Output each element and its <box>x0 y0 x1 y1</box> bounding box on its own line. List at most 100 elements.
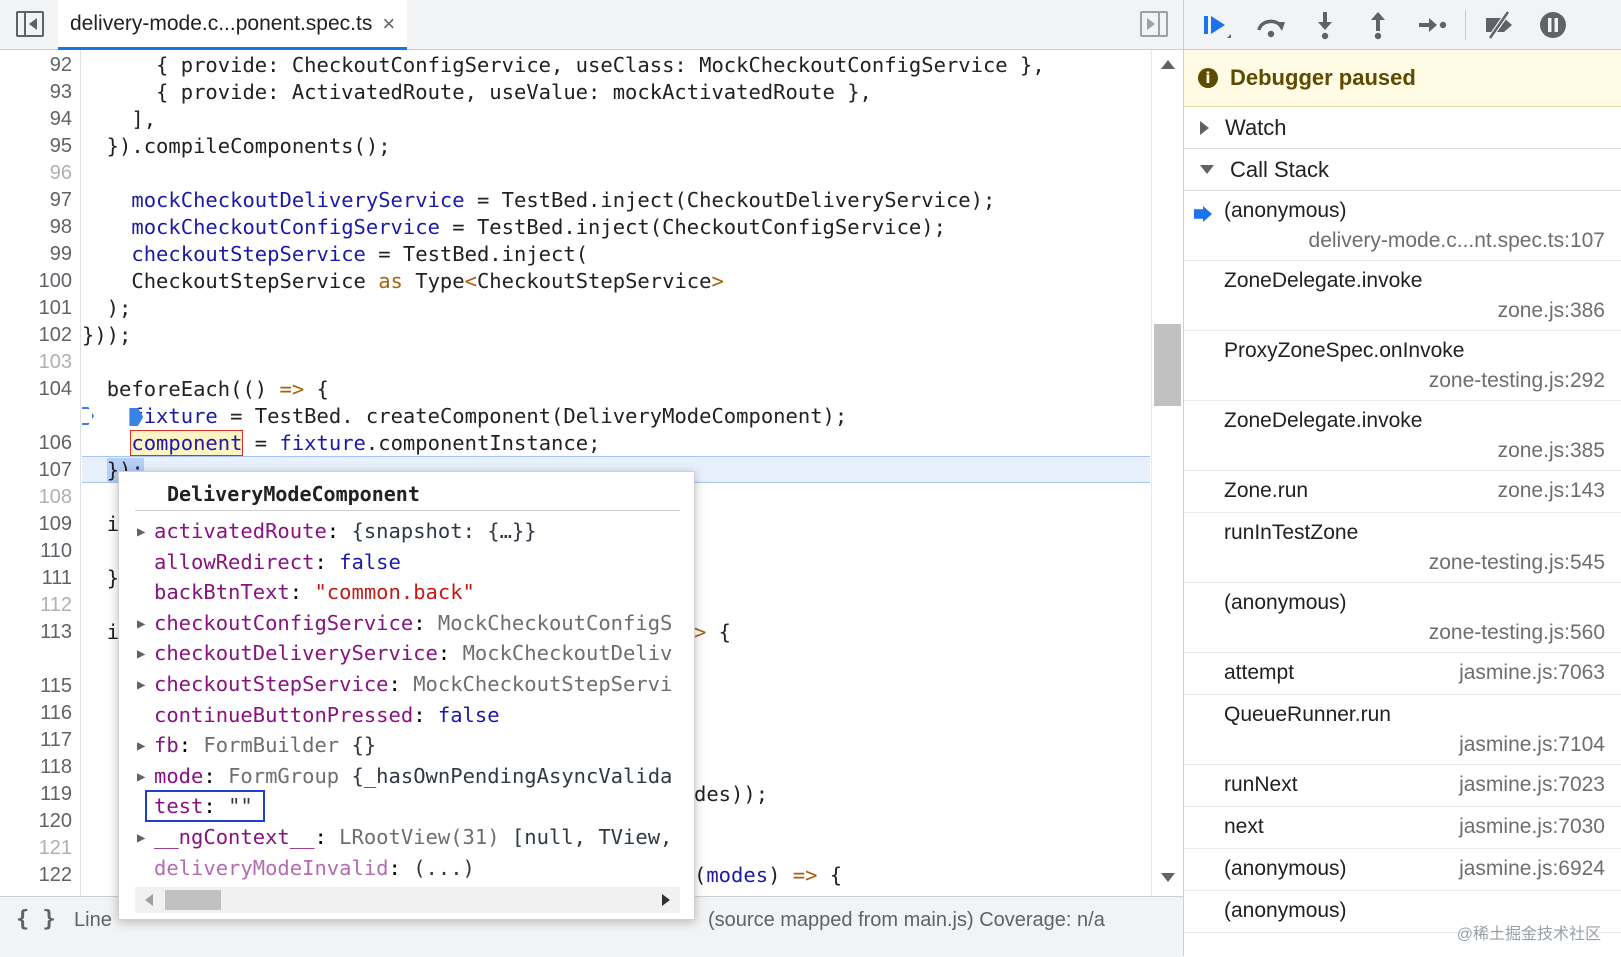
line-number[interactable]: 101 <box>0 295 72 322</box>
property-key: continueButtonPressed <box>154 702 414 727</box>
expand-arrow-icon[interactable]: ▶ <box>137 762 154 791</box>
call-frame[interactable]: next jasmine.js:7030 <box>1184 807 1621 849</box>
status-source-map[interactable]: (source mapped from main.js) Coverage: n… <box>708 909 1105 932</box>
call-frame[interactable]: (anonymous) jasmine.js:6924 <box>1184 849 1621 891</box>
line-number[interactable]: 111 <box>0 565 72 592</box>
expand-arrow-icon[interactable]: ▶ <box>137 639 154 668</box>
property-row: backBtnText: "common.back" <box>137 577 682 607</box>
call-frame-location[interactable]: jasmine.js:6924 <box>1459 857 1605 881</box>
line-number[interactable]: 107 <box>0 457 72 484</box>
debugger-sidebar: i Debugger paused Watch Call Stack (anon… <box>1183 0 1621 956</box>
call-frame-location[interactable]: zone-testing.js:292 <box>1429 369 1605 393</box>
call-frame-location[interactable]: delivery-mode.c...nt.spec.ts:107 <box>1309 229 1605 253</box>
line-number[interactable]: 122 <box>0 862 72 889</box>
line-number[interactable]: 92 <box>0 52 72 79</box>
scroll-left-arrow-icon[interactable] <box>145 894 153 906</box>
property-row[interactable]: ▶ __ngContext__: LRootView(31) [null, TVi… <box>137 822 682 852</box>
line-number[interactable]: 99 <box>0 241 72 268</box>
line-number[interactable]: 118 <box>0 754 72 781</box>
call-frame-location[interactable]: zone.js:386 <box>1498 299 1605 323</box>
line-number[interactable]: 104 <box>0 376 72 403</box>
line-number[interactable]: 95 <box>0 133 72 160</box>
toggle-navigator-icon[interactable] <box>16 11 44 37</box>
call-frame[interactable]: ProxyZoneSpec.onInvoke zone-testing.js:29… <box>1184 331 1621 401</box>
variable: modes <box>706 863 769 887</box>
line-number[interactable]: 115 <box>0 673 72 700</box>
call-frame-location[interactable]: jasmine.js:7063 <box>1459 661 1605 685</box>
expand-arrow-icon[interactable]: ▶ <box>137 670 154 699</box>
call-frame[interactable]: runInTestZone zone-testing.js:545 <box>1184 513 1621 583</box>
line-number-gutter[interactable]: 92 93 94 95 96 97 98 99 100 101 102 103 104 105 106 107… <box>0 50 81 896</box>
line-number[interactable]: 113 <box>0 619 72 646</box>
call-frame-location[interactable]: zone-testing.js:560 <box>1429 621 1605 645</box>
call-frame-location[interactable]: zone-testing.js:545 <box>1429 551 1605 575</box>
line-number[interactable]: 120 <box>0 808 72 835</box>
editor-vertical-scrollbar[interactable] <box>1151 50 1184 896</box>
property-row[interactable]: ▶ mode: FormGroup {_hasOwnPendingAsyncVal… <box>137 761 682 791</box>
line-number[interactable]: 110 <box>0 538 72 565</box>
line-number[interactable]: 94 <box>0 106 72 133</box>
line-number[interactable]: 105 <box>0 403 72 430</box>
scrollbar-thumb[interactable] <box>165 890 221 910</box>
line-number[interactable]: 109 <box>0 511 72 538</box>
line-number[interactable]: 102 <box>0 322 72 349</box>
line-number[interactable]: 119 <box>0 781 72 808</box>
call-frame[interactable]: runNext jasmine.js:7023 <box>1184 765 1621 807</box>
scroll-down-arrow-icon[interactable] <box>1161 873 1175 882</box>
line-number[interactable]: 121 <box>0 835 72 862</box>
line-number[interactable]: 116 <box>0 700 72 727</box>
toggle-debugger-icon[interactable] <box>1140 11 1168 37</box>
property-row[interactable]: ▶ checkoutStepService: MockCheckoutStepSe… <box>137 669 682 699</box>
status-line-label: Line <box>74 909 112 931</box>
call-frame[interactable]: Zone.run zone.js:143 <box>1184 471 1621 513</box>
call-frame[interactable]: (anonymous) delivery-mode.c...nt.spec.ts:… <box>1184 191 1621 261</box>
property-row[interactable]: ▶ fb: FormBuilder {} <box>137 730 682 760</box>
expand-arrow-icon[interactable]: ▶ <box>137 609 154 638</box>
call-frame[interactable]: ZoneDelegate.invoke zone.js:385 <box>1184 401 1621 471</box>
deactivate-breakpoints-icon[interactable] <box>1482 8 1516 42</box>
popover-horizontal-scrollbar[interactable] <box>135 887 680 913</box>
hovered-variable[interactable]: component <box>130 430 244 456</box>
call-frame[interactable]: (anonymous) zone-testing.js:560 <box>1184 583 1621 653</box>
call-frame[interactable]: QueueRunner.run jasmine.js:7104 <box>1184 695 1621 765</box>
step-icon[interactable] <box>1415 8 1449 42</box>
scroll-right-arrow-icon[interactable] <box>662 894 670 906</box>
pause-on-exceptions-icon[interactable] <box>1536 8 1570 42</box>
call-frame[interactable]: attempt jasmine.js:7063 <box>1184 653 1621 695</box>
line-number[interactable]: 98 <box>0 214 72 241</box>
scroll-up-arrow-icon[interactable] <box>1161 60 1175 69</box>
line-number[interactable]: 112 <box>0 592 72 619</box>
call-frame-location[interactable]: jasmine.js:7104 <box>1459 733 1605 757</box>
line-number[interactable]: 93 <box>0 79 72 106</box>
step-over-icon[interactable] <box>1254 8 1288 42</box>
step-into-icon[interactable] <box>1308 8 1342 42</box>
line-number[interactable]: 103 <box>0 349 72 376</box>
code-text: Type <box>402 269 465 293</box>
line-number[interactable]: 97 <box>0 187 72 214</box>
line-number[interactable]: 100 <box>0 268 72 295</box>
step-out-icon[interactable] <box>1361 8 1395 42</box>
line-number[interactable]: 114 <box>0 646 72 673</box>
watch-section-header[interactable]: Watch <box>1184 107 1621 149</box>
property-row[interactable]: ▶ checkoutConfigService: MockCheckoutConf… <box>137 608 682 638</box>
call-frame[interactable]: ZoneDelegate.invoke zone.js:386 <box>1184 261 1621 331</box>
resume-icon[interactable] <box>1200 8 1234 42</box>
call-stack-section-header[interactable]: Call Stack <box>1184 149 1621 191</box>
property-row[interactable]: ▶ activatedRoute: {snapshot: {…}} <box>137 516 682 546</box>
call-frame-location[interactable]: jasmine.js:7030 <box>1459 815 1605 839</box>
expand-arrow-icon[interactable]: ▶ <box>137 731 154 760</box>
property-row[interactable]: ▶ checkoutDeliveryService: MockCheckoutDe… <box>137 638 682 668</box>
scrollbar-thumb[interactable] <box>1154 324 1181 406</box>
line-number[interactable]: 96 <box>0 160 72 187</box>
expand-arrow-icon[interactable]: ▶ <box>137 517 154 546</box>
close-icon[interactable]: × <box>382 11 395 37</box>
line-number[interactable]: 108 <box>0 484 72 511</box>
file-tab[interactable]: delivery-mode.c...ponent.spec.ts × <box>58 0 408 50</box>
expand-arrow-icon[interactable]: ▶ <box>137 823 154 852</box>
line-number[interactable]: 117 <box>0 727 72 754</box>
pretty-print-icon[interactable]: { } <box>16 907 56 932</box>
call-frame-location[interactable]: zone.js:385 <box>1498 439 1605 463</box>
line-number[interactable]: 106 <box>0 430 72 457</box>
call-frame-location[interactable]: zone.js:143 <box>1498 479 1605 503</box>
call-frame-location[interactable]: jasmine.js:7023 <box>1459 773 1605 797</box>
